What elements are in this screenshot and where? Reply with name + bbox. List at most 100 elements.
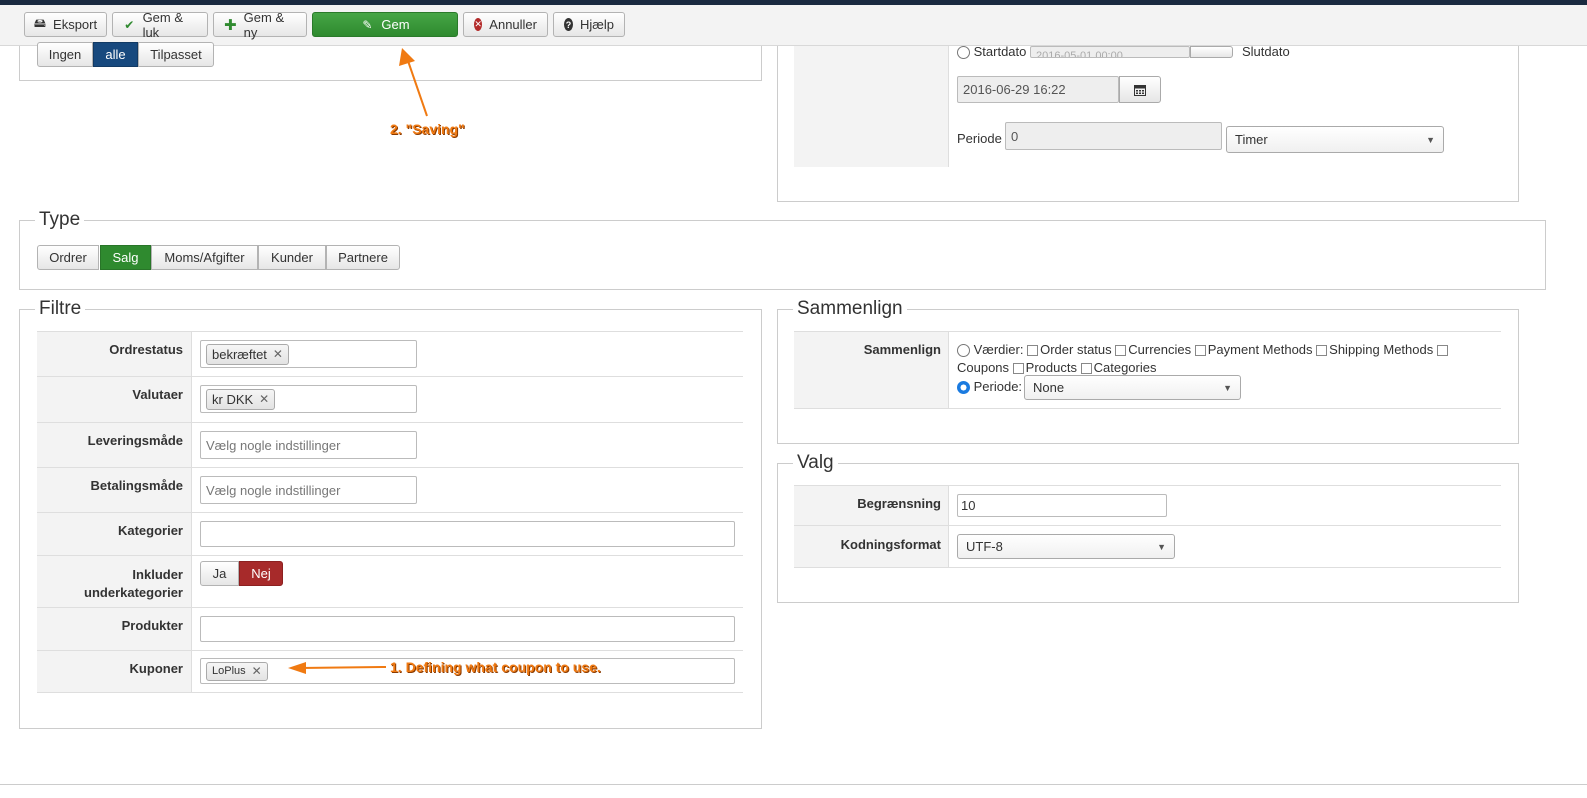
row-divider — [37, 650, 743, 651]
start-date-input[interactable]: 2016-05-01 00:00 — [1030, 46, 1190, 58]
order-status-input[interactable]: bekræftet ✕ — [200, 340, 417, 368]
check-icon: ✔ — [124, 17, 135, 32]
limit-input[interactable]: 10 — [957, 494, 1167, 517]
shipping-placeholder: Vælg nogle indstillinger — [206, 437, 341, 453]
shipping-label: Leveringsmåde — [87, 433, 183, 448]
limit-label: Begrænsning — [857, 496, 941, 511]
products-input[interactable] — [200, 616, 735, 642]
save-close-button[interactable]: ✔ Gem & luk — [112, 10, 208, 40]
end-date-input[interactable]: 2016-06-29 16:22 — [957, 76, 1119, 103]
save-new-label: Gem & ny — [243, 9, 285, 40]
chevron-down-icon: ▼ — [1157, 541, 1166, 552]
include-sub-no-label: Nej — [251, 566, 271, 581]
categories-checkbox[interactable] — [1080, 363, 1092, 375]
encoding-label: Kodningsformat — [840, 537, 941, 552]
type-partners-button[interactable]: Partnere — [326, 245, 400, 270]
payment-label: Betalingsmåde — [90, 478, 183, 493]
row-divider — [37, 607, 743, 608]
include-sub-yes[interactable]: Ja — [200, 561, 239, 586]
row-divider — [37, 512, 743, 513]
compare-period-value: None — [1033, 380, 1065, 395]
type-vat-button[interactable]: Moms/Afgifter — [151, 245, 258, 270]
saving-arrow — [399, 48, 428, 117]
start-date-radio[interactable] — [957, 46, 970, 60]
start-date-option[interactable]: Startdato — [957, 44, 1027, 60]
type-sales-button[interactable]: Salg — [100, 245, 151, 270]
end-calendar-button[interactable] — [1119, 76, 1161, 103]
row-divider — [37, 422, 743, 423]
toolbar: 🖴 Eksport ✔ Gem & luk ✚ Gem & ny ✎ Gem ✕… — [0, 5, 1587, 46]
limit-value: 10 — [961, 498, 976, 513]
coupon-arrow — [288, 662, 387, 674]
period-unit-value: Timer — [1235, 132, 1268, 147]
order-status-label: Ordrestatus — [109, 342, 183, 357]
currencies-checkbox[interactable] — [1115, 345, 1127, 357]
period-radio[interactable] — [957, 381, 970, 395]
categories-input[interactable] — [200, 521, 735, 547]
segment-custom[interactable]: Tilpasset — [138, 42, 214, 67]
saving-annotation: 2. "Saving" — [390, 121, 465, 137]
include-sub-label: Inkluder underkategorier — [37, 566, 183, 602]
compare-label: Sammenlign — [863, 342, 941, 357]
segment-all-label: alle — [105, 47, 126, 62]
row-divider — [37, 467, 743, 468]
type-sales-label: Salg — [112, 250, 139, 265]
segment-custom-label: Tilpasset — [150, 47, 202, 62]
type-customers-button[interactable]: Kunder — [258, 245, 326, 270]
shipping-methods-checkbox[interactable] — [1316, 345, 1328, 357]
payment-input[interactable]: Vælg nogle indstillinger — [200, 476, 417, 504]
include-sub-label-line1: Inkluder — [132, 567, 183, 582]
include-sub-no[interactable]: Nej — [239, 561, 283, 586]
segment-none[interactable]: Ingen — [37, 42, 93, 67]
calendar-icon — [1134, 84, 1146, 96]
chevron-down-icon: ▼ — [1223, 382, 1232, 393]
cancel-button[interactable]: ✕ Annuller — [463, 12, 548, 37]
type-orders-button[interactable]: Ordrer — [37, 245, 99, 270]
type-legend: Type — [35, 209, 85, 231]
date-label-cell — [794, 46, 949, 167]
save-label: Gem — [381, 17, 410, 32]
values-label: Værdier: — [973, 342, 1024, 357]
export-label: Eksport — [53, 17, 98, 32]
remove-tag-icon[interactable]: ✕ — [273, 347, 283, 361]
remove-tag-icon[interactable]: ✕ — [259, 392, 269, 406]
payment-methods-checkbox[interactable] — [1194, 345, 1206, 357]
export-button[interactable]: 🖴 Eksport — [24, 12, 107, 37]
encoding-select[interactable]: UTF-8 ▼ — [957, 534, 1175, 559]
start-calendar-button[interactable] — [1190, 46, 1233, 58]
start-date-label: Startdato — [973, 44, 1027, 59]
opt-currencies: Currencies — [1128, 342, 1192, 357]
shipping-input[interactable]: Vælg nogle indstillinger — [200, 431, 417, 459]
currencies-input[interactable]: kr DKK ✕ — [200, 385, 417, 413]
chevron-down-icon: ▼ — [1426, 134, 1435, 145]
period-unit-select[interactable]: Timer ▼ — [1226, 126, 1444, 153]
compare-period-select[interactable]: None ▼ — [1024, 375, 1241, 400]
compare-legend: Sammenlign — [793, 298, 907, 320]
period-input[interactable]: 0 — [1005, 122, 1222, 150]
edit-icon: ✎ — [362, 17, 373, 32]
save-new-button[interactable]: ✚ Gem & ny — [213, 9, 307, 40]
coupons-label: Kuponer — [129, 661, 183, 676]
start-date-value: 2016-05-01 00:00 — [1036, 50, 1123, 58]
coupon-annotation: 1. Defining what coupon to use. — [390, 659, 601, 675]
values-radio[interactable] — [957, 344, 970, 358]
compare-options: Værdier: Order status Currencies Payment… — [957, 341, 1487, 377]
help-button[interactable]: ? Hjælp — [553, 12, 625, 37]
filters-legend: Filtre — [35, 298, 86, 320]
remove-tag-icon[interactable]: ✕ — [252, 664, 262, 678]
row-divider — [37, 555, 743, 556]
coupons-checkbox[interactable] — [1436, 345, 1448, 357]
row-divider — [794, 525, 1501, 526]
segment-all[interactable]: alle — [93, 42, 138, 67]
order-status-checkbox[interactable] — [1027, 345, 1039, 357]
opt-shipping-methods: Shipping Methods — [1329, 342, 1434, 357]
currencies-label: Valutaer — [132, 387, 183, 402]
save-button[interactable]: ✎ Gem — [312, 12, 458, 37]
order-status-tag-text: bekræftet — [212, 346, 267, 362]
period-label: Periode — [957, 131, 1002, 146]
cancel-label: Annuller — [489, 17, 537, 32]
products-checkbox[interactable] — [1012, 363, 1024, 375]
products-label: Produkter — [121, 618, 183, 633]
type-vat-label: Moms/Afgifter — [164, 250, 245, 265]
type-orders-label: Ordrer — [49, 250, 87, 265]
